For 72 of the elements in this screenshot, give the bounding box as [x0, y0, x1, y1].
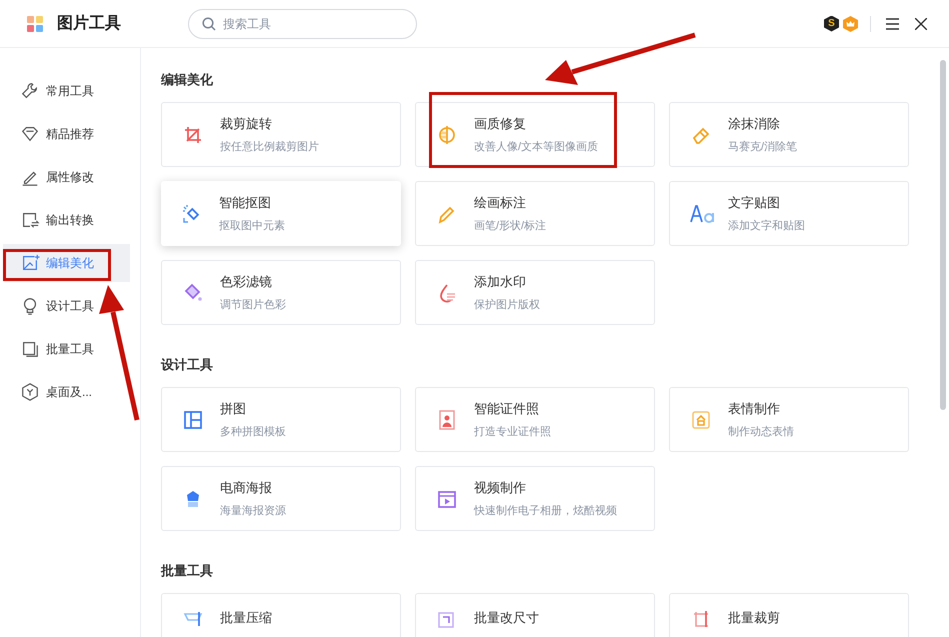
- tool-card[interactable]: 批量裁剪: [669, 593, 909, 637]
- cube-icon: [20, 382, 40, 402]
- card-title: 裁剪旋转: [220, 115, 273, 133]
- half-circle-icon: [436, 124, 458, 146]
- card-title: 批量压缩: [220, 609, 272, 627]
- app-title: 图片工具: [57, 14, 121, 34]
- tool-card[interactable]: 添加水印 保护图片版权: [415, 260, 655, 325]
- card-description: 多种拼图模板: [220, 424, 286, 440]
- card-description: 抠取图中元素: [219, 218, 285, 234]
- card-title: 批量改尺寸: [474, 609, 539, 627]
- tool-card[interactable]: 表情制作 制作动态表情: [669, 387, 909, 452]
- card-description: 调节图片色彩: [220, 298, 286, 312]
- tool-card[interactable]: 视频制作 快速制作电子相册，炫酷视频: [415, 466, 655, 531]
- card-title: 智能抠图: [219, 194, 272, 212]
- card-description: 改善人像/文本等图像画质: [474, 140, 598, 154]
- card-description: 保护图片版权: [474, 298, 540, 312]
- card-title: 添加水印: [474, 273, 527, 291]
- card-title: 色彩滤镜: [220, 273, 273, 291]
- card-description: 马赛克/消除笔: [728, 140, 798, 154]
- tool-card[interactable]: 批量压缩: [161, 593, 401, 637]
- coin-badge[interactable]: S: [824, 16, 839, 32]
- card-title: 电商海报: [220, 479, 273, 497]
- card-title: 画质修复: [474, 115, 527, 133]
- wrench-icon: [20, 81, 40, 101]
- tool-card[interactable]: 绘画标注 画笔/形状/标注: [415, 181, 655, 246]
- tool-card[interactable]: 智能抠图 抠取图中元素: [161, 181, 401, 246]
- card-title: 涂抹消除: [728, 115, 781, 133]
- card-description: 添加文字和贴图: [728, 218, 805, 234]
- card-title: 绘画标注: [474, 194, 527, 212]
- tool-card[interactable]: 拼图 多种拼图模板: [161, 387, 401, 452]
- tool-card[interactable]: 批量改尺寸: [415, 593, 655, 637]
- section-title: 批量工具: [161, 562, 214, 580]
- sidebar-item[interactable]: 属性修改: [3, 158, 130, 196]
- card-description: 海量海报资源: [220, 504, 286, 518]
- search-field[interactable]: 搜索工具: [188, 8, 417, 38]
- tool-card[interactable]: 画质修复 改善人像/文本等图像画质: [415, 102, 655, 167]
- tool-card[interactable]: 电商海报 海量海报资源: [161, 466, 401, 531]
- letters-icon: [690, 202, 712, 224]
- tool-card[interactable]: 文字贴图 添加文字和贴图: [669, 181, 909, 246]
- sidebar-item[interactable]: 常用工具: [3, 72, 130, 110]
- tool-card[interactable]: 智能证件照 打造专业证件照: [415, 387, 655, 452]
- close-icon[interactable]: [915, 18, 927, 30]
- section-title: 设计工具: [161, 356, 214, 374]
- search-icon: [202, 16, 216, 30]
- app-logo-icon: [27, 16, 43, 32]
- sidebar-item[interactable]: 桌面及...: [3, 373, 130, 411]
- menu-icon[interactable]: [886, 18, 899, 30]
- export-icon: [20, 210, 40, 230]
- card-description: 制作动态表情: [728, 424, 794, 440]
- scrollbar-thumb[interactable]: [940, 60, 946, 410]
- card-title: 拼图: [220, 400, 247, 418]
- sidebar-item[interactable]: 输出转换: [3, 201, 130, 239]
- sidebar-item[interactable]: 精品推荐: [3, 115, 130, 153]
- card-description: 画笔/形状/标注: [474, 218, 546, 234]
- card-description: 打造专业证件照: [474, 424, 551, 440]
- layout-grid-icon: [182, 408, 204, 430]
- card-title: 批量裁剪: [728, 609, 780, 627]
- section-title: 编辑美化: [161, 71, 214, 89]
- card-title: 视频制作: [474, 479, 527, 497]
- card-title: 文字贴图: [728, 194, 781, 212]
- sidebar-item[interactable]: 批量工具: [3, 330, 130, 368]
- card-title: 表情制作: [728, 400, 781, 418]
- tool-card[interactable]: 裁剪旋转 按任意比例裁剪图片: [161, 102, 401, 167]
- diamond-icon: [20, 124, 40, 144]
- sidebar-item[interactable]: 设计工具: [3, 287, 130, 325]
- picture-icon: [20, 253, 40, 273]
- card-description: 按任意比例裁剪图片: [220, 140, 319, 154]
- tool-card[interactable]: 涂抹消除 马赛克/消除笔: [669, 102, 909, 167]
- stacked-square-icon: [20, 339, 40, 359]
- card-description: 快速制作电子相册，炫酷视频: [474, 504, 617, 518]
- tool-card[interactable]: 色彩滤镜 调节图片色彩: [161, 260, 401, 325]
- card-title: 智能证件照: [474, 400, 540, 418]
